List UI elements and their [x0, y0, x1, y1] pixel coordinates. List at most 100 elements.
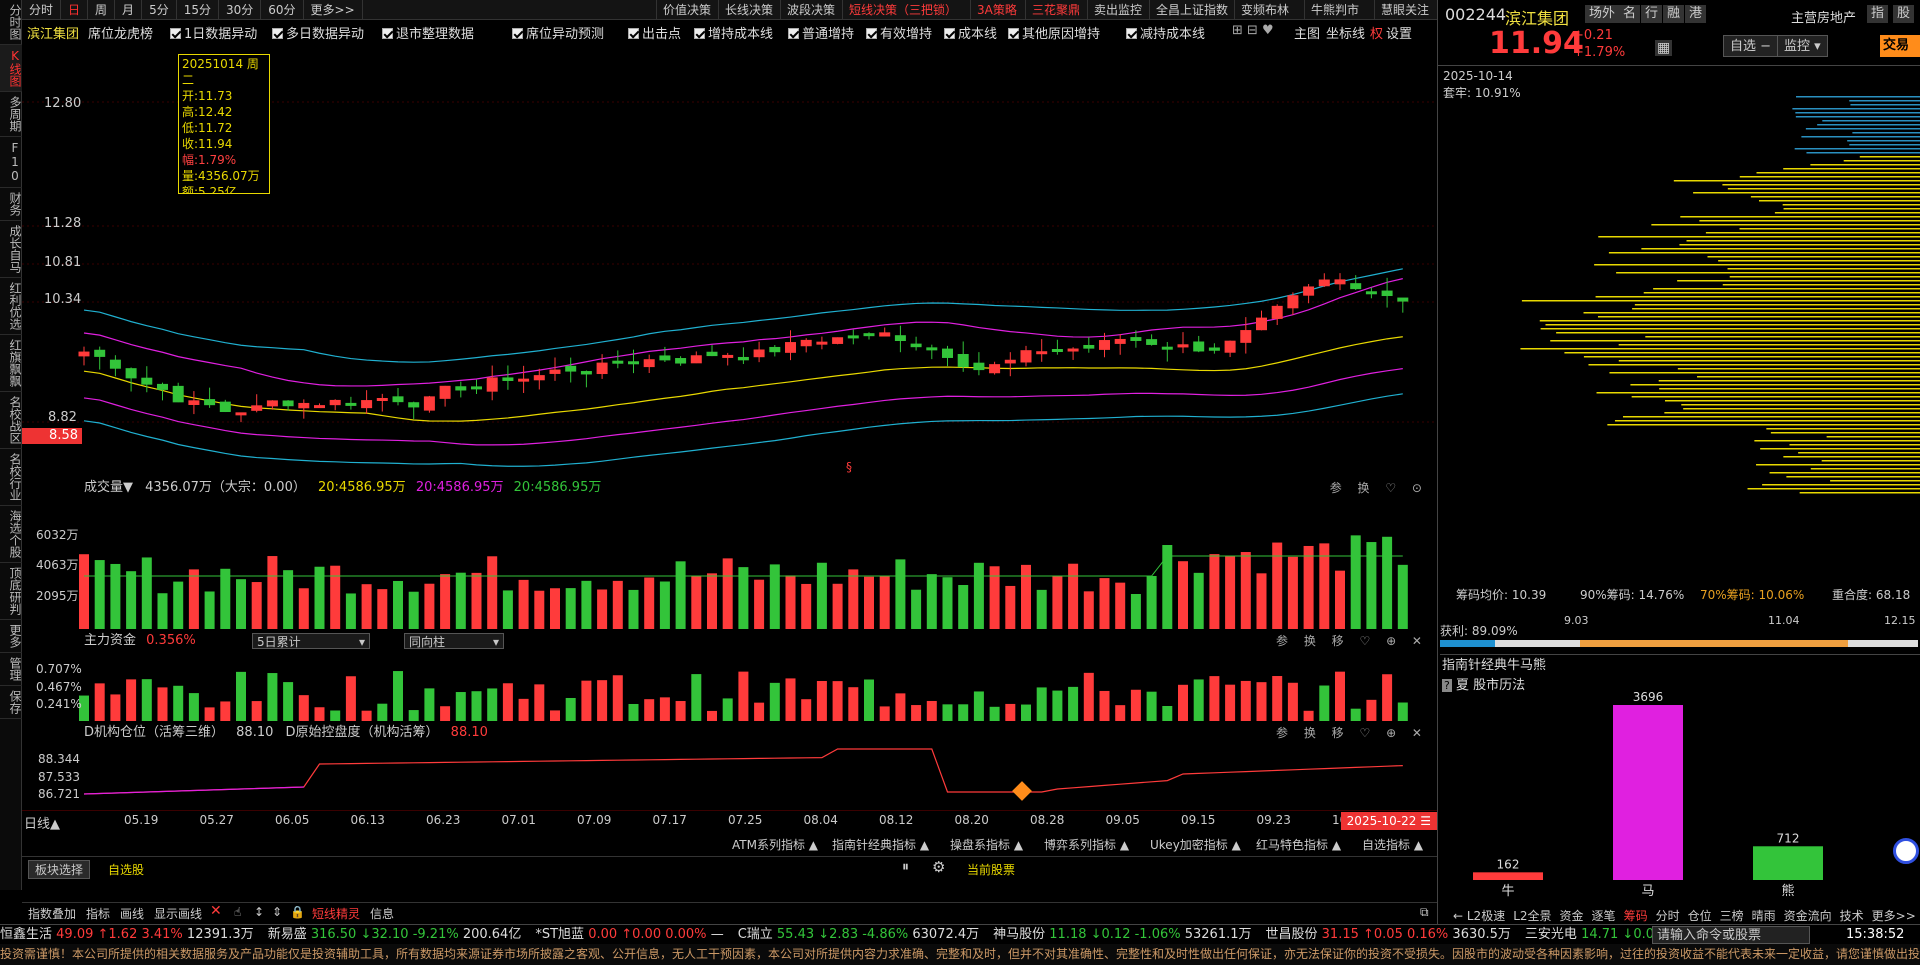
chk-multi-day[interactable]: 多日数据异动	[272, 23, 364, 42]
ind-atm[interactable]: ATM系列指标 ▲	[732, 836, 818, 853]
ticker-item[interactable]: 世昌股份 31.15 ↑0.05 0.16% 3630.5万	[1266, 927, 1511, 942]
right-tab[interactable]: 仓位	[1688, 909, 1712, 923]
right-tab[interactable]: 三榜	[1720, 909, 1744, 923]
right-tab[interactable]: 逐笔	[1592, 909, 1616, 923]
ind-redhorse[interactable]: 红马特色指标 ▲	[1256, 836, 1341, 853]
chk-normal-add[interactable]: 普通增持	[788, 23, 854, 42]
ind-ukey[interactable]: Ukey加密指标 ▲	[1150, 836, 1241, 853]
checkbox-icon[interactable]	[272, 28, 283, 39]
chk-add-cost[interactable]: 增持成本线	[694, 23, 773, 42]
inst-panel-icons[interactable]: 参 换 移 ♡ ⊕ ✕	[1276, 722, 1428, 744]
show-lines-button[interactable]: 显示画线	[154, 905, 202, 922]
current-stock-tab[interactable]: 当前股票	[967, 861, 1015, 878]
btn-long-decision[interactable]: 长线决策	[718, 0, 779, 20]
zoom-icons[interactable]: ⊞ ⊟ ♥	[1232, 23, 1274, 38]
axis-line-label[interactable]: 坐标线	[1326, 23, 1365, 42]
nav-top-bottom[interactable]: 顶底研判	[0, 563, 22, 620]
pause-icon[interactable]: ⏸	[902, 859, 909, 875]
settings-label[interactable]: 设置	[1386, 23, 1412, 42]
monitor-button[interactable]: 监控 ▾	[1777, 35, 1828, 57]
nav-more[interactable]: 更多	[0, 620, 22, 653]
fund-title[interactable]: 主力资金	[84, 633, 136, 648]
volume-panel-icons[interactable]: 参 换 ♡ ⊙	[1330, 477, 1428, 499]
index-overlay-button[interactable]: 指数叠加	[28, 905, 76, 922]
nav-manage[interactable]: 管理	[0, 653, 22, 686]
checkbox-icon[interactable]	[788, 28, 799, 39]
fund-chart[interactable]	[22, 653, 1437, 725]
btn-boll[interactable]: 变频布林	[1234, 0, 1295, 20]
ticker-item[interactable]: 神马股份 11.18 ↓0.12 -1.06% 53261.1万	[993, 927, 1251, 942]
checkbox-icon[interactable]	[866, 28, 877, 39]
block-select-tab[interactable]: 板块选择	[28, 860, 91, 879]
volume-title[interactable]: 成交量▼	[84, 480, 133, 495]
right-tab[interactable]: 晴雨	[1752, 909, 1776, 923]
nav-intraday[interactable]: 分时图	[0, 0, 22, 45]
move-icon[interactable]: ↕	[254, 905, 264, 919]
current-date-tag[interactable]: 2025-10-22 ☰	[1340, 812, 1437, 830]
btn-focus[interactable]: 慧眼关注	[1374, 0, 1435, 20]
period-label[interactable]: 日线▲	[24, 813, 60, 832]
checkbox-icon[interactable]	[382, 28, 393, 39]
gear-icon[interactable]: ⚙	[932, 858, 945, 876]
fund-panel-icons[interactable]: 参 换 移 ♡ ⊕ ✕	[1276, 630, 1428, 652]
expand-icon[interactable]: ⧉	[1420, 905, 1429, 920]
seat-dragon-label[interactable]: 席位龙虎榜	[88, 23, 153, 42]
nav-multi-period[interactable]: 多周期	[0, 92, 22, 137]
checkbox-icon[interactable]	[944, 28, 955, 39]
period-more[interactable]: 更多>>	[304, 0, 363, 20]
delete-icon[interactable]: ✕	[210, 903, 222, 919]
ticker-item[interactable]: *ST旭蓝 0.00 ↑0.00 0.00% —	[535, 927, 723, 942]
btn-bull-bear[interactable]: 牛熊判市	[1304, 0, 1365, 20]
checkbox-icon[interactable]	[1008, 28, 1019, 39]
period-intraday[interactable]: 分时	[22, 0, 62, 20]
move-icon-2[interactable]: ⇕	[272, 905, 282, 919]
calendar-icon[interactable]: ▦	[1655, 40, 1673, 56]
chk-attack-point[interactable]: 出击点	[628, 23, 681, 42]
tag-stock[interactable]: 股	[1893, 5, 1915, 23]
indicator-button[interactable]: 指标	[86, 905, 110, 922]
period-day[interactable]: 日	[61, 0, 89, 20]
tag-industry[interactable]: 行	[1641, 5, 1663, 23]
checkbox-icon[interactable]	[170, 28, 181, 39]
period-week[interactable]: 周	[88, 0, 116, 20]
nav-save[interactable]: 保存	[0, 686, 22, 719]
nav-dividend[interactable]: 红利优选	[0, 278, 22, 335]
nav-stock-screen[interactable]: 海选个股	[0, 506, 22, 563]
inst-title[interactable]: D机构仓位（活筹三维）	[84, 725, 224, 740]
btn-value-decision[interactable]: 价值决策	[656, 0, 717, 20]
ind-game[interactable]: 博弈系列指标 ▲	[1044, 836, 1129, 853]
period-month[interactable]: 月	[115, 0, 143, 20]
nav-growth[interactable]: 成长自马	[0, 221, 22, 278]
checkbox-icon[interactable]	[1126, 28, 1137, 39]
checkbox-icon[interactable]	[512, 28, 523, 39]
right-tab[interactable]: 资金流向	[1784, 909, 1832, 923]
short-elf-tab[interactable]: 短线精灵	[312, 905, 360, 922]
right-tab[interactable]: 资金	[1560, 909, 1584, 923]
tag-otc[interactable]: 场外	[1585, 5, 1620, 23]
tag-name[interactable]: 名	[1619, 5, 1641, 23]
tag-hk[interactable]: 港	[1685, 5, 1707, 23]
ticker-item[interactable]: 三安光电 14.71 ↓0.0	[1525, 927, 1654, 942]
checkbox-icon[interactable]	[694, 28, 705, 39]
ind-operator[interactable]: 操盘系指标 ▲	[950, 836, 1023, 853]
ind-compass[interactable]: 指南针经典指标 ▲	[832, 836, 929, 853]
watchlist-tab[interactable]: 自选股	[108, 861, 144, 878]
inst-chart[interactable]	[22, 744, 1437, 810]
tag-margin[interactable]: 融	[1663, 5, 1685, 23]
btn-sell-monitor[interactable]: 卖出监控	[1087, 0, 1148, 20]
chk-reduce-cost[interactable]: 减持成本线	[1126, 23, 1205, 42]
right-tab[interactable]: 技术	[1840, 909, 1864, 923]
nav-finance[interactable]: 财务	[0, 188, 22, 221]
info-tab[interactable]: 信息	[370, 905, 394, 922]
period-15min[interactable]: 15分	[177, 0, 219, 20]
lock-icon[interactable]: 🔒	[290, 905, 305, 919]
nav-school-industry[interactable]: 名校行业	[0, 449, 22, 506]
fund-period-select[interactable]: 5日累计 ▾	[252, 633, 370, 649]
main-chart-label[interactable]: 主图	[1294, 23, 1320, 42]
btn-short-decision[interactable]: 短线决策（三把锁）	[842, 0, 963, 20]
chk-cost-line[interactable]: 成本线	[944, 23, 997, 42]
chk-delist[interactable]: 退市整理数据	[382, 23, 474, 42]
ticker-item[interactable]: C瑞立 55.43 ↓2.83 -4.86% 63072.4万	[738, 927, 979, 942]
nav-school-zone[interactable]: 名校战区	[0, 392, 22, 449]
nav-f10[interactable]: F10	[0, 137, 22, 188]
